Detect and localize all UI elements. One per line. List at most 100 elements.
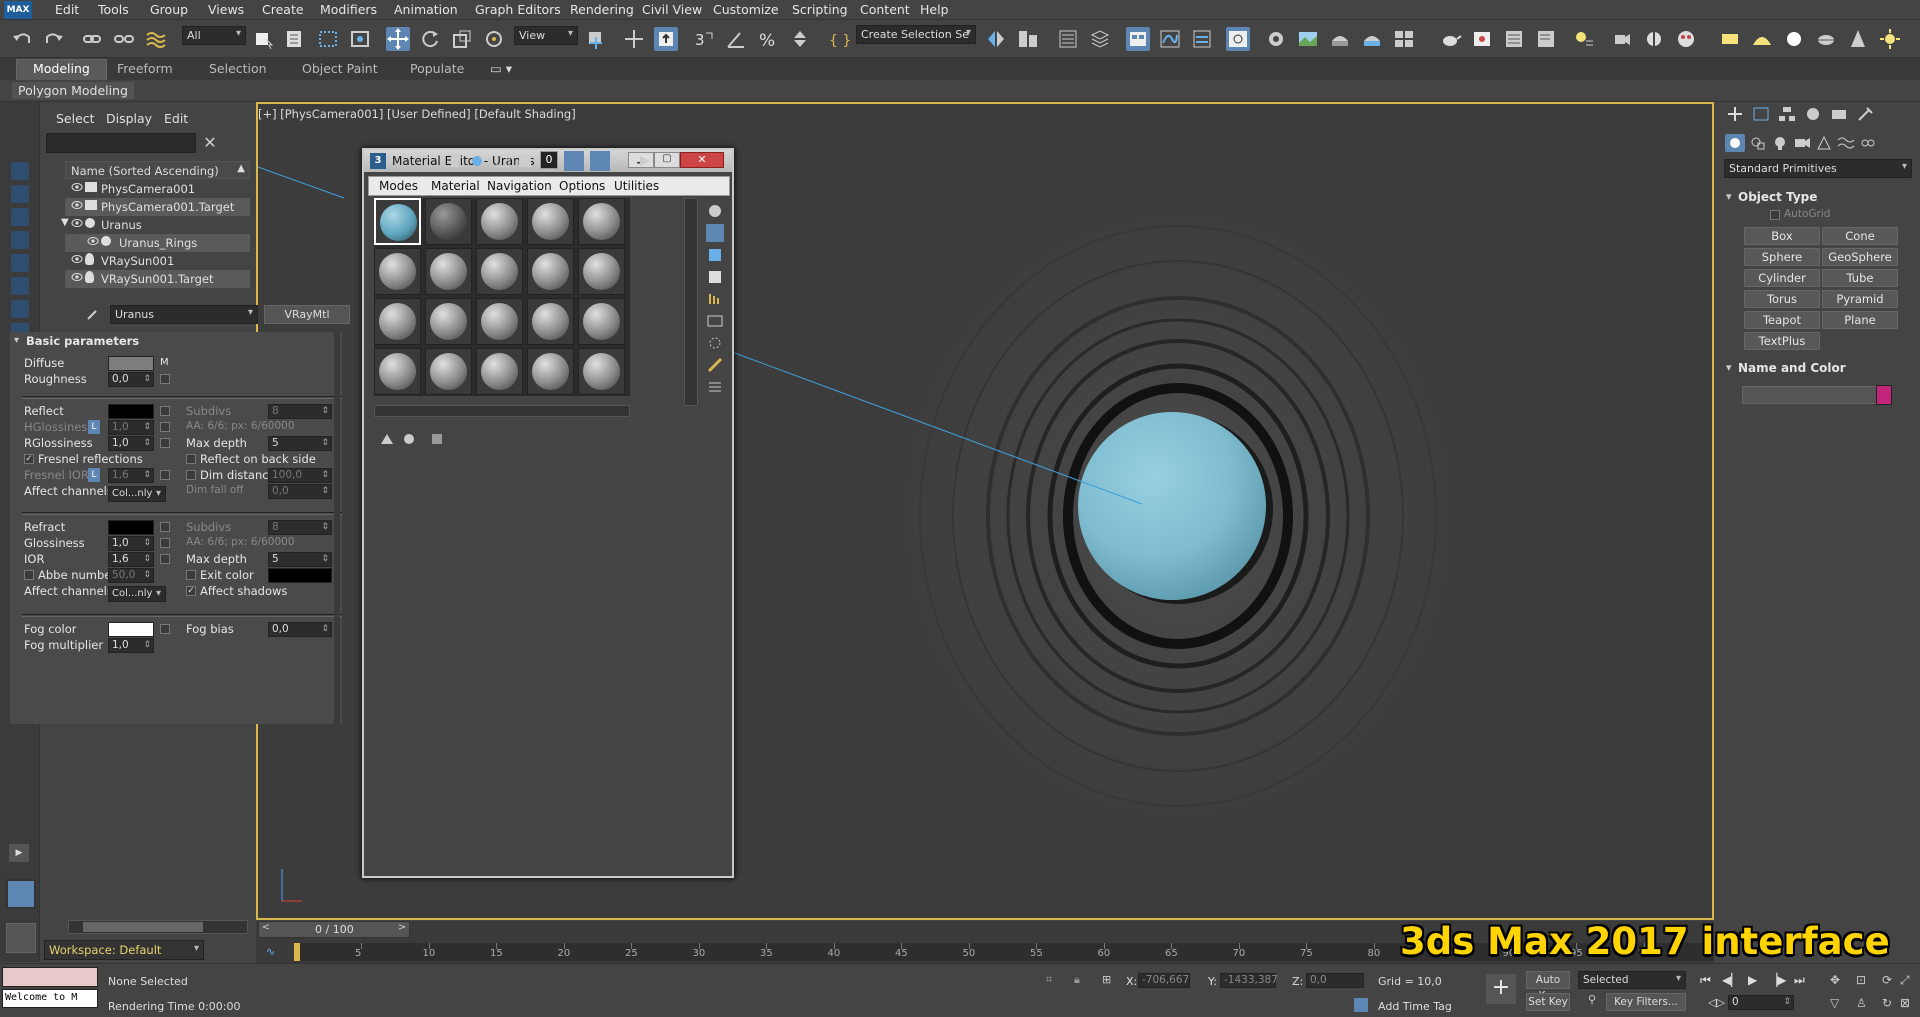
make-preview-icon[interactable]	[706, 312, 724, 330]
modify-tab-icon[interactable]	[1751, 105, 1771, 123]
fog-multiplier-spinner[interactable]: 1,0	[108, 638, 154, 653]
lock-fresnel-ior-button[interactable]: L	[88, 468, 100, 482]
ior-spinner[interactable]: 1,6	[108, 552, 154, 567]
systems-category-icon[interactable]	[1858, 134, 1878, 152]
dope-sheet-icon[interactable]	[1190, 27, 1214, 51]
next-key-icon[interactable]: ▕▶	[1768, 973, 1786, 987]
prev-frame-icon[interactable]: <	[259, 922, 273, 937]
named-selection-sets-dropdown[interactable]: Create Selection Se	[856, 25, 976, 44]
glossiness-spinner[interactable]: 1,0	[108, 536, 154, 551]
object-name-input[interactable]	[1742, 386, 1878, 404]
menu-animation[interactable]: Animation	[394, 2, 458, 17]
viewport-layout-single-icon[interactable]	[6, 879, 36, 909]
primitive-category-dropdown[interactable]: Standard Primitives	[1724, 159, 1912, 178]
plane-button[interactable]: Plane	[1822, 311, 1898, 329]
sample-slot[interactable]	[425, 248, 472, 295]
menu-create[interactable]: Create	[262, 2, 304, 17]
rgloss-map-button[interactable]	[160, 438, 170, 448]
y-coord-field[interactable]: -1433,387	[1220, 973, 1278, 988]
ior-map-button[interactable]	[160, 554, 170, 564]
link-icon[interactable]	[80, 27, 104, 51]
basic-parameters-rollout[interactable]: Basic parameters	[26, 334, 139, 348]
scrollbar-thumb[interactable]	[83, 922, 203, 932]
render-message-icon[interactable]	[1534, 27, 1558, 51]
polygon-modeling-label[interactable]: Polygon Modeling	[12, 82, 134, 99]
maximize-viewport-icon[interactable]: ⤢	[1900, 973, 1910, 988]
fog-bias-spinner[interactable]: 0,0	[268, 622, 332, 637]
go-forward-sibling-icon[interactable]	[636, 152, 654, 170]
viewport-label[interactable]: [+] [PhysCamera001] [User Defined] [Defa…	[258, 107, 576, 121]
tube-button[interactable]: Tube	[1822, 269, 1898, 287]
collapse-arrow-icon[interactable]: ▼	[61, 217, 69, 228]
toggle-ribbon-icon[interactable]	[1126, 27, 1150, 51]
z-coord-field[interactable]: 0,0	[1306, 973, 1364, 988]
isolate-icon[interactable]: ⌗	[1046, 973, 1060, 987]
visibility-eye-icon[interactable]	[71, 218, 83, 228]
scene-column-header[interactable]: Name (Sorted Ascending) ▲	[65, 161, 250, 179]
affect-shadows-checkbox[interactable]: ✓	[186, 586, 196, 596]
vray-proxy-icon[interactable]	[1814, 27, 1838, 51]
tab-object-paint[interactable]: Object Paint	[302, 61, 378, 76]
select-by-material-icon[interactable]	[706, 356, 724, 374]
refract-affect-channels-dropdown[interactable]: Col...nly	[108, 586, 166, 602]
sample-slot[interactable]	[527, 298, 574, 345]
name-and-color-rollout[interactable]: Name and Color	[1726, 361, 1914, 379]
sample-slot[interactable]	[374, 248, 421, 295]
geometry-category-icon[interactable]	[1725, 134, 1745, 152]
affect-channels-dropdown[interactable]: Col...nly	[108, 486, 166, 502]
play-icon[interactable]: ▶	[1748, 973, 1757, 987]
key-filters-icon[interactable]: ⚲	[1588, 993, 1604, 1009]
angle-snap-icon[interactable]	[724, 27, 748, 51]
display-shapes-icon[interactable]	[11, 185, 29, 203]
object-type-rollout[interactable]: Object Type	[1726, 190, 1914, 208]
uv-tiling-icon[interactable]	[706, 268, 724, 286]
pivot-center-icon[interactable]	[584, 27, 608, 51]
time-slider[interactable]: < 0 / 100 >	[258, 921, 410, 938]
display-lights-icon[interactable]	[11, 208, 29, 226]
tab-selection[interactable]: Selection	[209, 61, 267, 76]
fresnel-ior-map-button[interactable]	[160, 470, 170, 480]
diffuse-map-button[interactable]: M	[160, 357, 169, 368]
spinner-snap-icon[interactable]	[788, 27, 812, 51]
sample-slot[interactable]	[476, 348, 523, 395]
select-rotate-icon[interactable]	[418, 27, 442, 51]
key-mode-toggle-icon[interactable]: ◁▷	[1708, 996, 1725, 1009]
sample-slot[interactable]	[476, 298, 523, 345]
orbit-icon[interactable]: ⟳	[1882, 973, 1892, 987]
selection-lock-icon[interactable]: 🔒︎	[1074, 973, 1088, 987]
absolute-mode-icon[interactable]: ⊞	[1102, 973, 1116, 987]
cylinder-button[interactable]: Cylinder	[1744, 269, 1820, 287]
add-time-tag[interactable]: Add Time Tag	[1378, 1000, 1452, 1013]
tab-freeform[interactable]: Freeform	[117, 61, 173, 76]
rglossiness-spinner[interactable]: 1,0	[108, 436, 154, 451]
diffuse-color-swatch[interactable]	[108, 356, 154, 371]
motion-tab-icon[interactable]	[1803, 105, 1823, 123]
render-production-icon[interactable]	[1328, 27, 1352, 51]
mat-menu-modes[interactable]: Modes	[379, 179, 418, 193]
unlink-icon[interactable]	[112, 27, 136, 51]
walk-through-icon[interactable]: ♙	[1856, 996, 1867, 1010]
select-by-name-icon[interactable]	[284, 27, 308, 51]
fresnel-ior-spinner[interactable]: 1,6	[108, 468, 154, 483]
select-manipulate-icon[interactable]	[622, 27, 646, 51]
menu-content[interactable]: Content	[860, 2, 910, 17]
current-frame-marker[interactable]	[294, 943, 300, 961]
background-icon[interactable]	[706, 246, 724, 264]
schematic-view-icon[interactable]	[1226, 27, 1250, 51]
cone-button[interactable]: Cone	[1822, 227, 1898, 245]
refract-color-swatch[interactable]	[108, 520, 154, 535]
options-icon[interactable]	[706, 334, 724, 352]
material-type-button[interactable]: VRayMtl	[264, 305, 350, 324]
edit-named-selection-icon[interactable]: { }	[826, 27, 851, 51]
menu-scripting[interactable]: Scripting	[792, 2, 848, 17]
lights-category-icon[interactable]	[1770, 134, 1790, 152]
vray-dome-icon[interactable]	[1750, 27, 1774, 51]
scene-horizontal-scrollbar[interactable]	[68, 920, 248, 934]
maximize-toggle-icon[interactable]: ⊠	[1900, 996, 1910, 1010]
sample-slot[interactable]	[476, 198, 523, 245]
pyramid-button[interactable]: Pyramid	[1822, 290, 1898, 308]
go-to-start-icon[interactable]: ⏮	[1700, 973, 1711, 988]
sample-slot[interactable]	[578, 248, 625, 295]
exit-color-swatch[interactable]	[268, 568, 332, 583]
render-iterative-icon[interactable]	[1392, 27, 1416, 51]
